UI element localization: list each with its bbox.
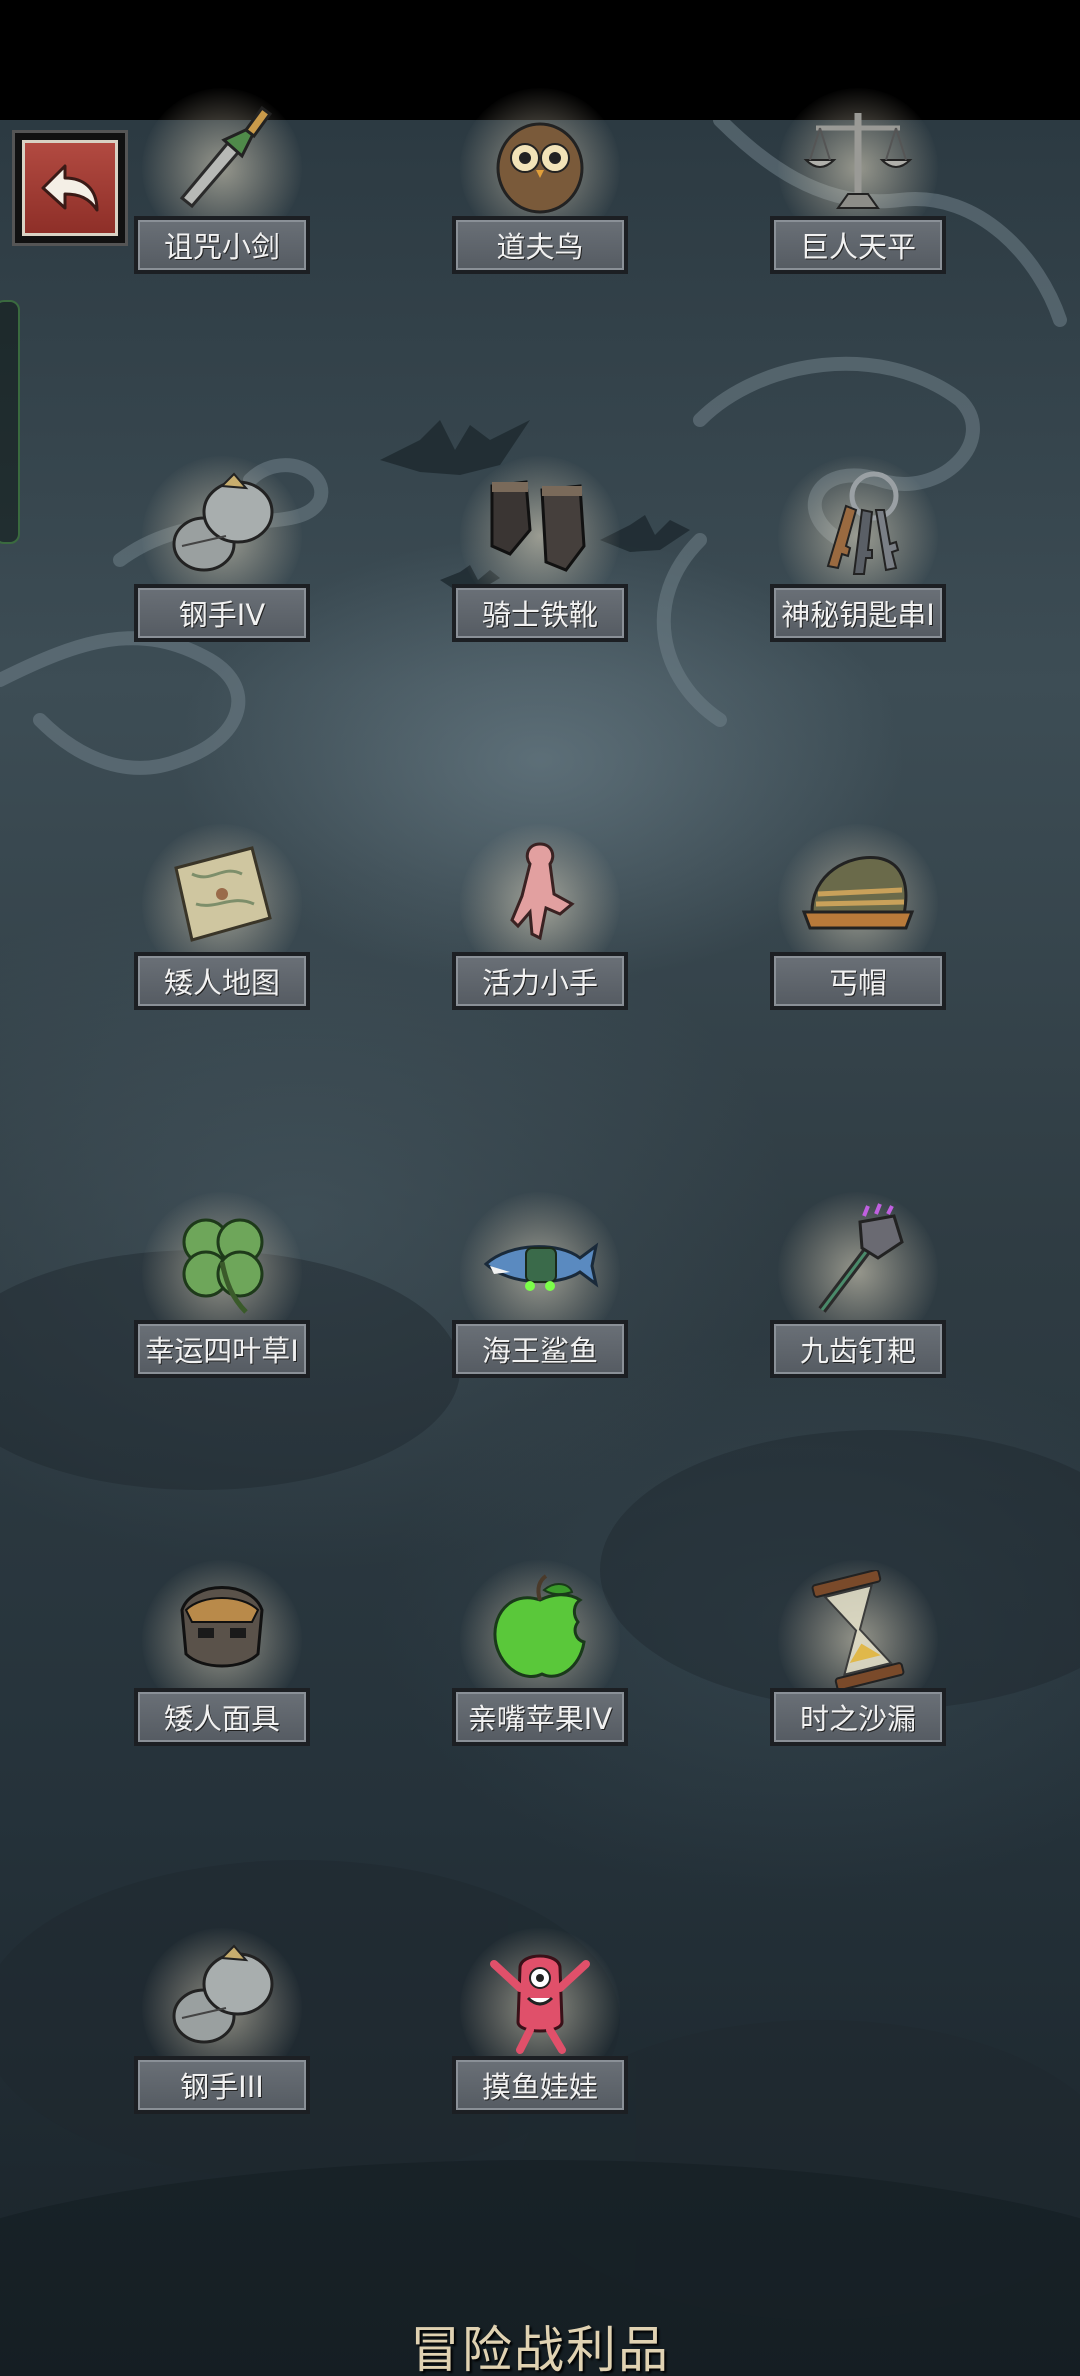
item-label: 道夫鸟 bbox=[496, 230, 584, 264]
loot-item-owl[interactable]: 道夫鸟 bbox=[452, 88, 628, 308]
back-arrow-icon bbox=[22, 140, 118, 236]
loot-item-lucky-clover[interactable]: 幸运四叶草I bbox=[134, 1192, 310, 1412]
loot-item-steel-gauntlet-iv[interactable]: 钢手IV bbox=[134, 456, 310, 676]
item-label: 亲嘴苹果IV bbox=[467, 1702, 613, 1736]
scales-icon bbox=[803, 113, 913, 209]
hourglass-icon bbox=[811, 1570, 905, 1690]
side-drawer-tab[interactable] bbox=[0, 300, 20, 544]
item-label-plate: 摸鱼娃娃 bbox=[452, 2056, 628, 2114]
loot-item-mystery-keys[interactable]: 神秘钥匙串I bbox=[770, 456, 946, 676]
back-button[interactable] bbox=[12, 130, 128, 246]
item-label: 神秘钥匙串I bbox=[781, 598, 935, 632]
item-label-plate: 时之沙漏 bbox=[770, 1688, 946, 1746]
item-label-plate: 道夫鸟 bbox=[452, 216, 628, 274]
loot-item-vital-hand[interactable]: 活力小手 bbox=[452, 824, 628, 1044]
item-label-plate: 幸运四叶草I bbox=[134, 1320, 310, 1378]
item-label: 骑士铁靴 bbox=[481, 598, 598, 632]
loot-item-knight-iron-boots[interactable]: 骑士铁靴 bbox=[452, 456, 628, 676]
loot-item-beggar-hat[interactable]: 丐帽 bbox=[770, 824, 946, 1044]
loot-item-dwarf-map[interactable]: 矮人地图 bbox=[134, 824, 310, 1044]
loot-item-kissing-apple[interactable]: 亲嘴苹果IV bbox=[452, 1560, 628, 1780]
item-label-plate: 神秘钥匙串I bbox=[770, 584, 946, 642]
steel-gauntlet-icon bbox=[172, 1944, 274, 2044]
key-ring-icon bbox=[826, 471, 900, 575]
item-label-plate: 钢手III bbox=[134, 2056, 310, 2114]
item-label-plate: 丐帽 bbox=[770, 952, 946, 1010]
loot-item-cursed-dagger[interactable]: 诅咒小剑 bbox=[134, 88, 310, 308]
item-label: 活力小手 bbox=[481, 966, 598, 1000]
item-label: 矮人地图 bbox=[163, 966, 280, 1000]
bitten-apple-icon bbox=[493, 1574, 586, 1678]
steel-gauntlet-icon bbox=[172, 472, 274, 572]
item-label-plate: 钢手IV bbox=[134, 584, 310, 642]
item-label: 矮人面具 bbox=[163, 1702, 280, 1736]
dwarf-mask-icon bbox=[180, 1586, 264, 1668]
item-label: 丐帽 bbox=[828, 966, 887, 1000]
small-hand-icon bbox=[510, 842, 575, 941]
item-label: 诅咒小剑 bbox=[163, 230, 280, 264]
item-label: 海王鲨鱼 bbox=[481, 1334, 598, 1368]
iron-boots-icon bbox=[490, 480, 586, 572]
loot-item-slacker-doll[interactable]: 摸鱼娃娃 bbox=[452, 1928, 628, 2148]
item-label: 钢手IV bbox=[178, 598, 266, 632]
item-label: 钢手III bbox=[180, 2070, 264, 2104]
loot-item-sands-of-time[interactable]: 时之沙漏 bbox=[770, 1560, 946, 1780]
item-label-plate: 巨人天平 bbox=[770, 216, 946, 274]
map-scroll-icon bbox=[174, 846, 272, 942]
four-leaf-clover-icon bbox=[182, 1218, 264, 1314]
page-title: 冒险战利品 bbox=[410, 2321, 670, 2376]
cursed-dagger-icon bbox=[179, 105, 273, 209]
loot-item-sea-king-shark[interactable]: 海王鲨鱼 bbox=[452, 1192, 628, 1412]
loot-item-scales[interactable]: 巨人天平 bbox=[770, 88, 946, 308]
item-label-plate: 活力小手 bbox=[452, 952, 628, 1010]
item-label: 时之沙漏 bbox=[799, 1702, 916, 1736]
item-label-plate: 海王鲨鱼 bbox=[452, 1320, 628, 1378]
item-label-plate: 骑士铁靴 bbox=[452, 584, 628, 642]
pink-doll-icon bbox=[490, 1954, 590, 2054]
rake-icon bbox=[818, 1203, 904, 1313]
item-label: 幸运四叶草I bbox=[145, 1334, 299, 1368]
item-label: 九齿钉耙 bbox=[799, 1334, 916, 1368]
item-label-plate: 亲嘴苹果IV bbox=[452, 1688, 628, 1746]
owl-icon bbox=[496, 122, 584, 214]
shark-icon bbox=[483, 1242, 599, 1291]
item-label-plate: 矮人地图 bbox=[134, 952, 310, 1010]
loot-item-nine-tooth-rake[interactable]: 九齿钉耙 bbox=[770, 1192, 946, 1412]
beggar-hat-icon bbox=[801, 856, 915, 930]
loot-item-steel-gauntlet-iii[interactable]: 钢手III bbox=[134, 1928, 310, 2148]
item-label-plate: 矮人面具 bbox=[134, 1688, 310, 1746]
item-label-plate: 九齿钉耙 bbox=[770, 1320, 946, 1378]
item-label: 巨人天平 bbox=[799, 230, 916, 264]
item-label-plate: 诅咒小剑 bbox=[134, 216, 310, 274]
game-screen: 诅咒小剑 道夫鸟 巨人天平 钢手IV 骑士铁靴 神秘钥匙串I 矮人地图 活力小手… bbox=[0, 0, 1080, 2376]
loot-item-dwarf-mask[interactable]: 矮人面具 bbox=[134, 1560, 310, 1780]
item-label: 摸鱼娃娃 bbox=[481, 2070, 598, 2104]
